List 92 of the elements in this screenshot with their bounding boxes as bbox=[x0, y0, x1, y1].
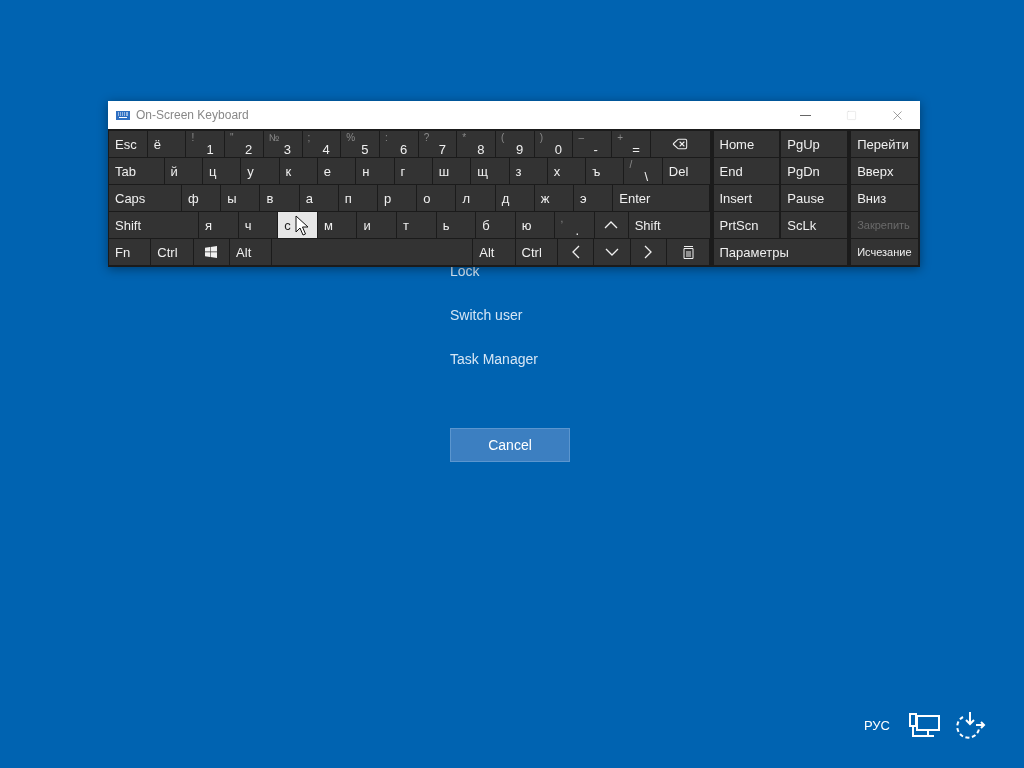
keyboard-icon bbox=[116, 110, 130, 120]
key[interactable]: + = bbox=[612, 131, 650, 157]
key[interactable]: н bbox=[356, 158, 394, 184]
key[interactable]: Shift bbox=[109, 212, 199, 238]
key[interactable]: % 5 bbox=[341, 131, 379, 157]
key[interactable]: End bbox=[713, 158, 780, 184]
key[interactable]: № 3 bbox=[263, 131, 302, 157]
windows-key[interactable] bbox=[193, 239, 230, 265]
down-arrow-key[interactable] bbox=[594, 239, 630, 265]
key[interactable]: Исчезание bbox=[851, 239, 918, 265]
key[interactable]: Del bbox=[662, 158, 710, 184]
key[interactable]: ф bbox=[182, 185, 221, 211]
key[interactable]: ) 0 bbox=[534, 131, 573, 157]
key[interactable]: Параметры bbox=[713, 239, 848, 265]
network-icon[interactable] bbox=[908, 712, 940, 738]
key[interactable]: й bbox=[164, 158, 202, 184]
key[interactable]: ч bbox=[238, 212, 278, 238]
menu-key[interactable] bbox=[667, 239, 710, 265]
left-arrow-key[interactable] bbox=[557, 239, 594, 265]
key[interactable]: " 2 bbox=[225, 131, 263, 157]
key[interactable]: Вниз bbox=[851, 185, 918, 211]
windows-icon bbox=[205, 246, 218, 258]
key[interactable]: д bbox=[495, 185, 534, 211]
right-arrow-key[interactable] bbox=[630, 239, 667, 265]
backspace-key[interactable] bbox=[650, 131, 710, 157]
up-arrow-key[interactable] bbox=[595, 212, 628, 238]
key[interactable]: * 8 bbox=[457, 131, 496, 157]
key[interactable]: щ bbox=[471, 158, 509, 184]
backspace-icon bbox=[672, 136, 689, 152]
key[interactable]: Alt bbox=[230, 239, 272, 265]
key[interactable]: ; 4 bbox=[302, 131, 341, 157]
key[interactable]: э bbox=[574, 185, 613, 211]
key[interactable]: м bbox=[317, 212, 357, 238]
key[interactable]: Ctrl bbox=[151, 239, 193, 265]
key[interactable]: ж bbox=[534, 185, 574, 211]
key[interactable]: ь bbox=[436, 212, 476, 238]
key[interactable]: Alt bbox=[473, 239, 515, 265]
key[interactable]: ъ bbox=[586, 158, 624, 184]
key[interactable]: о bbox=[417, 185, 456, 211]
menu-option[interactable]: Switch user bbox=[450, 306, 523, 324]
language-indicator[interactable]: РУС bbox=[863, 717, 890, 733]
key[interactable]: ё bbox=[147, 131, 186, 157]
key[interactable]: у bbox=[241, 158, 279, 184]
key[interactable]: Home bbox=[713, 131, 780, 157]
key[interactable]: ц bbox=[202, 158, 241, 184]
key[interactable]: Вверх bbox=[851, 158, 918, 184]
key[interactable]: PrtScn bbox=[713, 212, 780, 238]
key[interactable]: ScLk bbox=[781, 212, 848, 238]
key[interactable]: Esc bbox=[109, 131, 147, 157]
key[interactable]: ы bbox=[221, 185, 260, 211]
key[interactable]: к bbox=[279, 158, 317, 184]
key[interactable]: в bbox=[260, 185, 299, 211]
key[interactable]: PgDn bbox=[781, 158, 848, 184]
key[interactable]: Перейти bbox=[851, 131, 918, 157]
key[interactable]: Pause bbox=[781, 185, 848, 211]
maximize-icon bbox=[845, 109, 857, 121]
window-title: On-Screen Keyboard bbox=[136, 108, 250, 122]
key[interactable]: т bbox=[397, 212, 436, 238]
key[interactable]: ! 1 bbox=[186, 131, 225, 157]
key[interactable]: я bbox=[199, 212, 238, 238]
key[interactable]: – - bbox=[573, 131, 612, 157]
key[interactable]: е bbox=[317, 158, 356, 184]
key[interactable]: , . bbox=[555, 212, 595, 238]
key[interactable]: Fn bbox=[109, 239, 151, 265]
key[interactable]: Caps bbox=[109, 185, 182, 211]
key[interactable]: / \ bbox=[624, 158, 662, 184]
key[interactable]: з bbox=[509, 158, 547, 184]
key[interactable]: Insert bbox=[713, 185, 780, 211]
key[interactable]: ш bbox=[432, 158, 471, 184]
key[interactable]: ? 7 bbox=[418, 131, 457, 157]
key[interactable]: л bbox=[456, 185, 495, 211]
key[interactable]: ю bbox=[515, 212, 555, 238]
key[interactable]: : 6 bbox=[379, 131, 418, 157]
cursor-icon bbox=[295, 215, 310, 236]
key[interactable]: ( 9 bbox=[496, 131, 534, 157]
cancel-button[interactable]: Cancel bbox=[450, 428, 570, 462]
key[interactable]: и bbox=[357, 212, 397, 238]
key[interactable]: PgUp bbox=[781, 131, 848, 157]
menu-option[interactable]: Task Manager bbox=[450, 350, 538, 368]
key[interactable]: Tab bbox=[109, 158, 164, 184]
key[interactable]: г bbox=[394, 158, 432, 184]
key[interactable]: х bbox=[547, 158, 586, 184]
key[interactable]: Shift bbox=[628, 212, 710, 238]
key[interactable]: р bbox=[378, 185, 417, 211]
key[interactable]: б bbox=[476, 212, 515, 238]
key[interactable]: Enter bbox=[613, 185, 710, 211]
key[interactable]: с bbox=[278, 212, 317, 238]
minimize-icon bbox=[799, 114, 811, 116]
key[interactable]: Ctrl bbox=[515, 239, 557, 265]
key[interactable]: п bbox=[338, 185, 378, 211]
menu-key-icon bbox=[682, 245, 694, 259]
key[interactable]: а bbox=[299, 185, 338, 211]
